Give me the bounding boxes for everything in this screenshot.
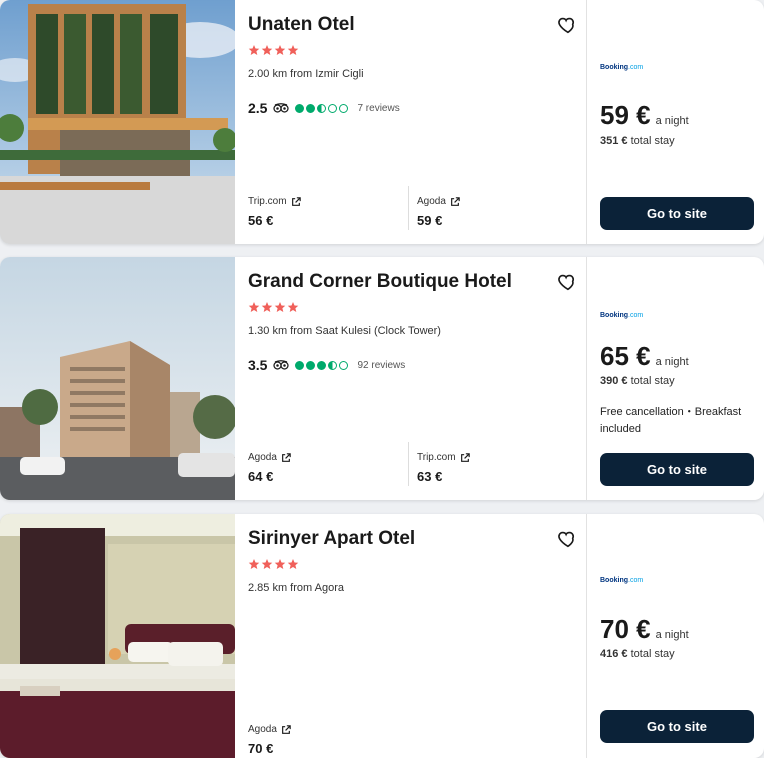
provider-offer[interactable]: Trip.com 63 €: [417, 452, 577, 484]
star-rating: [248, 44, 299, 56]
provider-offer[interactable]: Agoda 64 €: [248, 452, 408, 484]
nightly-price: 59 € a night: [600, 100, 689, 131]
rating-score: 3.5: [248, 357, 268, 373]
provider-price: 56 €: [248, 213, 274, 228]
external-link-icon: [451, 196, 460, 206]
rating-score: 2.5: [248, 100, 268, 116]
review-rating[interactable]: 2.5 7 reviews: [248, 100, 400, 116]
provider-price: 63 €: [417, 469, 443, 484]
external-link-icon: [460, 452, 470, 462]
star-icon: [287, 45, 299, 55]
hotel-photo[interactable]: [0, 514, 235, 758]
price-unit: a night: [655, 115, 689, 127]
go-to-site-button[interactable]: Go to site: [600, 710, 754, 743]
star-icon: [248, 45, 260, 55]
star-icon: [274, 45, 286, 55]
divider: [408, 442, 409, 486]
provider-price: 64 €: [248, 469, 274, 484]
hotel-photo[interactable]: [0, 0, 235, 244]
hotel-card[interactable]: Grand Corner Boutique Hotel 1.30 km from…: [0, 257, 764, 500]
external-link-icon: [291, 196, 301, 206]
deal-panel: Booking.com 59 € a night 351 € total sta…: [586, 0, 764, 244]
total-stay: 390 € total stay: [600, 375, 675, 387]
rating-bubbles: [295, 103, 349, 113]
review-count[interactable]: 92 reviews: [357, 360, 405, 371]
star-icon: [261, 559, 273, 569]
heart-outline-icon[interactable]: [556, 271, 578, 293]
provider-name: Trip.com: [248, 196, 287, 207]
hotel-card[interactable]: Unaten Otel 2.00 km from Izmir Cigli 2.5…: [0, 0, 764, 244]
total-stay: 416 € total stay: [600, 648, 675, 660]
star-icon: [248, 302, 260, 312]
star-icon: [274, 302, 286, 312]
deal-perks: Free cancellation・Breakfast included: [600, 406, 742, 435]
provider-offer[interactable]: Agoda 59 €: [417, 196, 577, 228]
provider-offer[interactable]: Agoda 70 €: [248, 724, 408, 756]
tripadvisor-owl-icon: [273, 103, 290, 113]
price-value: 59 €: [600, 100, 651, 130]
external-link-icon: [282, 452, 291, 462]
booking-logo: Booking.com: [600, 577, 644, 584]
divider: [408, 186, 409, 230]
provider-offer[interactable]: Trip.com 56 €: [248, 196, 408, 228]
star-rating: [248, 301, 299, 313]
hotel-name[interactable]: Grand Corner Boutique Hotel: [248, 271, 512, 293]
star-icon: [261, 302, 273, 312]
deal-panel: Booking.com 70 € a night 416 € total sta…: [586, 514, 764, 758]
deal-panel: Booking.com 65 € a night 390 € total sta…: [586, 257, 764, 500]
price-unit: a night: [655, 356, 689, 368]
provider-price: 70 €: [248, 741, 274, 756]
heart-outline-icon[interactable]: [556, 528, 578, 550]
tripadvisor-owl-icon: [273, 360, 290, 370]
hotel-card[interactable]: Sirinyer Apart Otel 2.85 km from Agora A…: [0, 514, 764, 758]
provider-price: 59 €: [417, 213, 443, 228]
nightly-price: 70 € a night: [600, 614, 689, 645]
provider-name: Agoda: [417, 196, 446, 207]
hotel-name[interactable]: Unaten Otel: [248, 14, 355, 36]
provider-name: Agoda: [248, 452, 277, 463]
booking-logo: Booking.com: [600, 64, 644, 71]
go-to-site-button[interactable]: Go to site: [600, 453, 754, 486]
review-count[interactable]: 7 reviews: [357, 103, 399, 114]
price-value: 70 €: [600, 614, 651, 644]
hotel-distance: 1.30 km from Saat Kulesi (Clock Tower): [248, 325, 441, 337]
provider-name: Agoda: [248, 724, 277, 735]
total-stay: 351 € total stay: [600, 135, 675, 147]
hotel-name[interactable]: Sirinyer Apart Otel: [248, 528, 415, 550]
price-value: 65 €: [600, 341, 651, 371]
star-icon: [274, 559, 286, 569]
heart-outline-icon[interactable]: [556, 14, 578, 36]
price-unit: a night: [655, 629, 689, 641]
rating-bubbles: [295, 360, 349, 370]
star-icon: [287, 302, 299, 312]
hotel-distance: 2.85 km from Agora: [248, 582, 344, 594]
star-icon: [287, 559, 299, 569]
external-link-icon: [282, 724, 291, 734]
star-rating: [248, 558, 299, 570]
go-to-site-button[interactable]: Go to site: [600, 197, 754, 230]
review-rating[interactable]: 3.5 92 reviews: [248, 357, 405, 373]
hotel-distance: 2.00 km from Izmir Cigli: [248, 68, 364, 80]
nightly-price: 65 € a night: [600, 341, 689, 372]
star-icon: [248, 559, 260, 569]
booking-logo: Booking.com: [600, 312, 644, 319]
hotel-photo[interactable]: [0, 257, 235, 500]
star-icon: [261, 45, 273, 55]
provider-name: Trip.com: [417, 452, 456, 463]
